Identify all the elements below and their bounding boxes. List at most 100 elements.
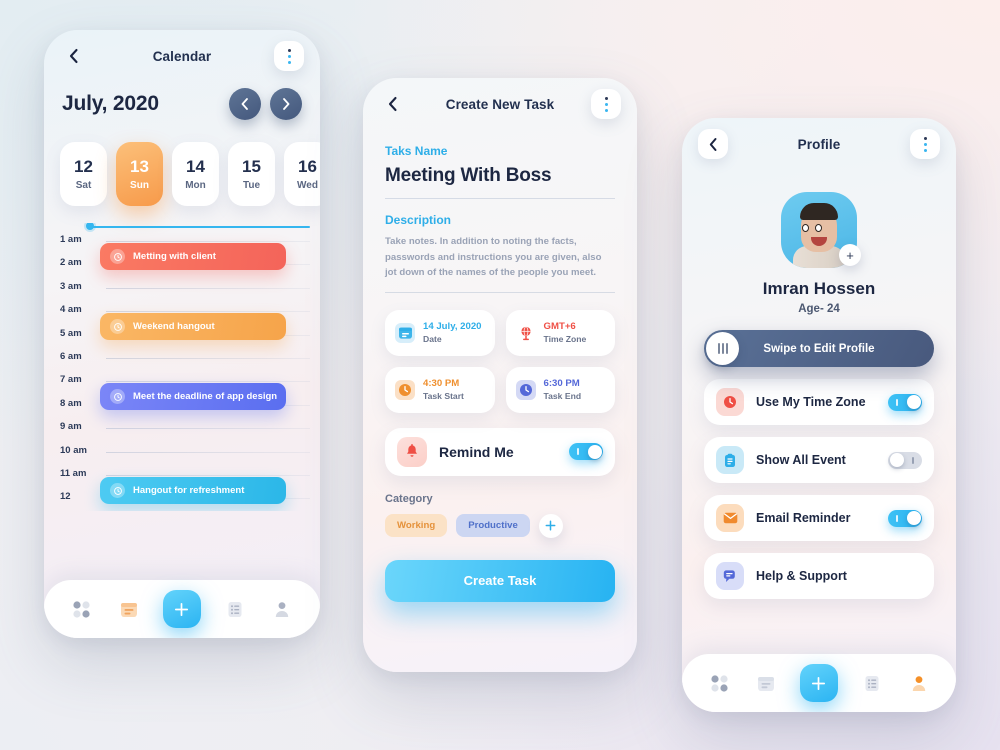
nav-list-icon[interactable] [859, 670, 885, 696]
create-task-button[interactable]: Create Task [385, 559, 615, 602]
day-timeline: 1 am 2 am 3 am 4 am 5 am 6 am 7 am 8 am 9 am 10 a… [44, 223, 320, 511]
day-weekday: Mon [185, 180, 206, 191]
back-icon[interactable] [698, 129, 728, 159]
drag-handle-icon[interactable] [706, 332, 739, 365]
profile-bottom-nav[interactable] [682, 654, 956, 712]
divider [385, 291, 615, 293]
add-category-icon[interactable] [538, 513, 563, 538]
settings-row-label: Email Reminder [756, 511, 851, 525]
settings-row-show-all-event[interactable]: Show All Event [704, 437, 934, 483]
back-icon[interactable] [379, 91, 405, 117]
settings-row-use-my-time-zone[interactable]: Use My Time Zone [704, 379, 934, 425]
day-chip-wed[interactable]: 16 Wed [284, 142, 320, 206]
nav-grid-icon[interactable] [706, 670, 732, 696]
nav-calendar-icon[interactable] [116, 596, 142, 622]
task-meta-value: 14 July, 2020 [423, 321, 482, 333]
remind-me-row[interactable]: Remind Me [385, 427, 615, 476]
hour-label: 7 am [60, 374, 82, 386]
hour-label: 9 am [60, 421, 82, 433]
clock-icon [716, 388, 744, 416]
calendar-topbar: Calendar [44, 30, 320, 82]
event-title: Hangout for refreshment [133, 485, 245, 496]
nav-profile-icon[interactable] [269, 596, 295, 622]
description-input[interactable]: Take notes. In addition to noting the fa… [385, 234, 615, 281]
day-number: 14 [186, 157, 205, 176]
next-month-button[interactable] [270, 88, 302, 120]
nav-list-icon[interactable] [222, 596, 248, 622]
add-task-fab[interactable] [162, 590, 201, 628]
settings-row-email-reminder[interactable]: Email Reminder [704, 495, 934, 541]
task-meta-label: Date [423, 334, 442, 345]
task-meta-task-start[interactable]: 4:30 PM Task Start [385, 366, 495, 413]
description-label: Description [385, 213, 452, 227]
settings-toggle[interactable] [888, 451, 922, 469]
task-form: Taks Name Meeting With Boss Description … [363, 144, 637, 293]
hour-label: 5 am [60, 327, 82, 339]
mail-icon [716, 504, 744, 532]
clock-icon [110, 389, 125, 405]
clock-icon [110, 249, 125, 264]
day-number: 13 [130, 157, 149, 176]
category-chip-productive[interactable]: Productive [456, 514, 530, 538]
settings-row-help-support[interactable]: Help & Support [704, 553, 934, 599]
day-number: 12 [74, 157, 93, 176]
nav-profile-icon[interactable] [906, 670, 932, 696]
back-icon[interactable] [60, 43, 86, 69]
day-chip-sun[interactable]: 13 Sun [116, 142, 163, 206]
hour-gridline [106, 311, 310, 313]
settings-toggle[interactable] [888, 393, 922, 411]
day-weekday: Sat [75, 180, 92, 191]
day-chip-sat[interactable]: 12 Sat [60, 142, 107, 206]
hour-gridline [106, 287, 310, 289]
event-title: Metting with client [133, 251, 216, 262]
add-task-fab[interactable] [799, 664, 838, 702]
remind-me-toggle[interactable] [569, 443, 603, 461]
prev-month-button[interactable] [229, 88, 261, 120]
hour-gridline [106, 241, 310, 242]
day-weekday: Tue [242, 180, 261, 191]
kebab-menu-icon[interactable] [274, 41, 304, 71]
settings-row-label: Use My Time Zone [756, 395, 866, 409]
kebab-menu-icon[interactable] [910, 129, 940, 159]
category-chips[interactable]: Working Productive [385, 513, 615, 538]
day-chip-mon[interactable]: 14 Mon [172, 142, 219, 206]
hour-label: 2 am [60, 257, 82, 269]
hour-label: 3 am [60, 280, 82, 292]
bell-icon [397, 436, 427, 467]
timeline-event[interactable]: Meet the deadline of app design [100, 383, 286, 411]
task-meta-task-end[interactable]: 6:30 PM Task End [505, 366, 615, 413]
task-meta-date[interactable]: 14 July, 2020 Date [385, 309, 495, 356]
category-label: Category [385, 492, 433, 505]
day-weekday: Sun [130, 180, 149, 191]
profile-topbar: Profile [682, 118, 956, 170]
clock-icon [110, 319, 125, 335]
hour-label: 10 am [60, 444, 87, 456]
timeline-event[interactable]: Metting with client [100, 243, 286, 270]
task-meta-label: Task End [543, 391, 582, 402]
task-meta-value: 4:30 PM [423, 378, 460, 390]
hour-gridline [106, 475, 310, 476]
task-name-input[interactable]: Meeting With Boss [385, 165, 615, 187]
day-selector-strip[interactable]: 12 Sat 13 Sun 14 Mon 15 Tue 16 Wed [44, 120, 320, 206]
month-label: July, 2020 [62, 92, 159, 115]
nav-calendar-icon[interactable] [753, 670, 779, 696]
hour-label: 11 am [60, 468, 87, 479]
calendar-bottom-nav[interactable] [44, 580, 320, 638]
swipe-to-edit-profile-button[interactable]: Swipe to Edit Profile [704, 330, 934, 367]
kebab-menu-icon[interactable] [591, 89, 621, 119]
day-chip-tue[interactable]: 15 Tue [228, 142, 275, 206]
hour-gridline [106, 451, 310, 453]
event-title: Meet the deadline of app design [133, 391, 278, 403]
hour-label: 1 am [60, 234, 82, 245]
settings-toggle[interactable] [888, 509, 922, 527]
category-chip-working[interactable]: Working [385, 514, 448, 538]
avatar-add-icon[interactable]: + [839, 244, 861, 266]
globe-icon [516, 323, 536, 343]
timeline-event[interactable]: Weekend hangout [100, 313, 286, 341]
task-meta-time-zone[interactable]: GMT+6 Time Zone [505, 309, 615, 356]
hour-label: 6 am [60, 351, 82, 362]
hour-label: 4 am [60, 304, 82, 316]
timeline-event[interactable]: Hangout for refreshment [100, 477, 286, 504]
day-number: 16 [298, 157, 317, 176]
nav-grid-icon[interactable] [69, 596, 95, 622]
